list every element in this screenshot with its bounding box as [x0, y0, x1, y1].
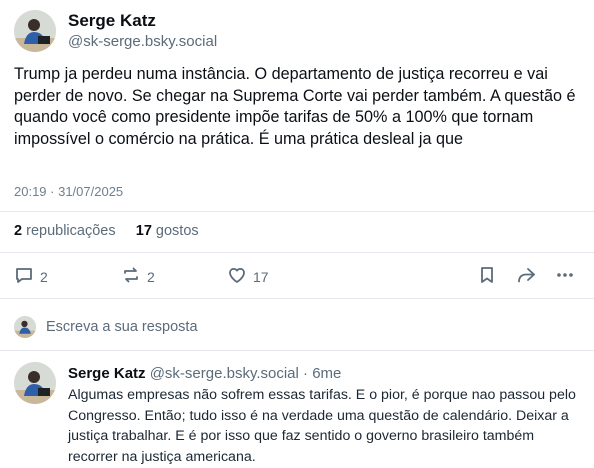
post-text: Trump ja perdeu numa instância. O depart… [14, 65, 576, 148]
reply-author-name[interactable]: Serge Katz [68, 365, 146, 382]
repost-button[interactable]: 2 [121, 265, 155, 288]
post-actions: 2 2 17 [0, 255, 594, 295]
reply-header: Serge Katz @sk-serge.bsky.social · 6me [68, 365, 341, 382]
author-avatar[interactable] [14, 10, 56, 52]
post-stats: 2 republicações 17 gostos [14, 223, 199, 239]
likes-count: 17 [135, 223, 152, 239]
bookmark-button[interactable] [477, 265, 497, 288]
author-name[interactable]: Serge Katz [68, 11, 156, 31]
post-timestamp: 20:19 · 31/07/2025 [14, 184, 124, 199]
likes-stat[interactable]: 17 gostos [136, 223, 199, 239]
current-user-avatar [14, 316, 36, 338]
likes-label: gostos [155, 223, 199, 239]
reply-composer[interactable]: Escreva a sua resposta [14, 316, 584, 338]
reposts-count: 2 [14, 223, 23, 239]
repost-count: 2 [147, 268, 155, 285]
share-icon [515, 265, 537, 288]
reply-author-avatar[interactable] [14, 362, 56, 404]
bookmark-icon [477, 265, 497, 288]
reply-button[interactable]: 2 [14, 265, 48, 288]
like-button[interactable]: 17 [227, 265, 269, 288]
reply-text: Algumas empresas não sofrem essas tarifa… [68, 387, 576, 465]
divider [0, 298, 594, 299]
repost-icon [121, 265, 141, 288]
divider [0, 350, 594, 351]
reply-icon [14, 265, 34, 288]
reply-count: 2 [40, 268, 48, 285]
author-handle[interactable]: @sk-serge.bsky.social [68, 33, 217, 50]
reply-author-handle[interactable]: @sk-serge.bsky.social [150, 365, 299, 382]
reply-placeholder: Escreva a sua resposta [46, 319, 198, 335]
reply-time[interactable]: · 6me [303, 365, 341, 382]
divider [0, 211, 594, 212]
share-button[interactable] [515, 265, 537, 288]
more-icon [555, 265, 575, 288]
like-count: 17 [253, 268, 269, 285]
like-icon [227, 265, 247, 288]
more-options-button[interactable] [555, 265, 575, 288]
reposts-stat[interactable]: 2 republicações [14, 223, 116, 239]
reposts-label: republicações [26, 223, 116, 239]
divider [0, 252, 594, 253]
